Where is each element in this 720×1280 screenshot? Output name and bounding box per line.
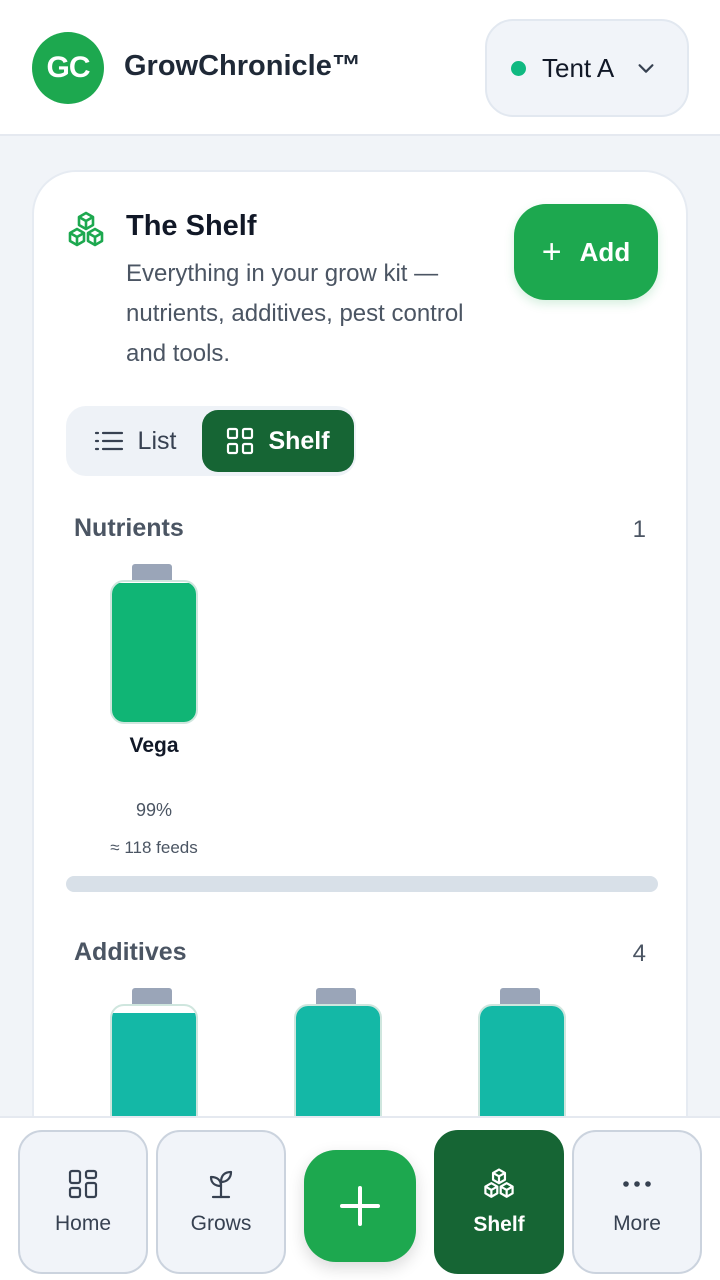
add-button-label: Add xyxy=(579,236,631,267)
jar-fill-level xyxy=(112,583,196,722)
product-feeds-estimate: ≈ 118 feeds xyxy=(110,838,198,857)
jar-body xyxy=(110,580,198,724)
nav-grows[interactable]: Grows xyxy=(156,1130,286,1274)
product-name: Vega xyxy=(129,734,179,757)
nav-more[interactable]: More xyxy=(572,1130,702,1274)
nav-shelf-label: Shelf xyxy=(473,1213,525,1236)
view-toggle: List Shelf xyxy=(66,406,356,476)
section-title-nutrients: Nutrients xyxy=(74,514,184,542)
toggle-shelf-label: Shelf xyxy=(268,426,330,455)
tent-selector[interactable]: Tent A xyxy=(485,19,689,117)
toggle-list-label: List xyxy=(137,426,177,455)
tent-label: Tent A xyxy=(542,52,615,83)
nav-grows-label: Grows xyxy=(190,1212,252,1235)
chevron-down-icon xyxy=(638,64,654,73)
nav-shelf[interactable]: Shelf xyxy=(434,1130,564,1274)
sprout-icon xyxy=(209,1170,233,1199)
shelf-title: The Shelf xyxy=(126,210,257,242)
bottom-nav: Home Grows Shelf More xyxy=(0,1116,720,1280)
nav-quick-add-button[interactable] xyxy=(304,1150,416,1262)
product-fill-percent: 99% xyxy=(135,800,173,820)
shelf-card: The Shelf Everything in your grow kit — … xyxy=(32,170,688,1170)
nav-home-label: Home xyxy=(54,1212,112,1235)
more-dots-icon xyxy=(623,1181,651,1187)
grid-icon xyxy=(227,427,254,455)
home-grid-icon xyxy=(68,1169,98,1199)
toggle-shelf-view[interactable]: Shelf xyxy=(202,410,354,472)
tent-status-dot xyxy=(511,60,526,76)
nav-home[interactable]: Home xyxy=(18,1130,148,1274)
section-title-additives: Additives xyxy=(74,938,187,966)
product-jar-vega[interactable] xyxy=(110,564,198,724)
top-header: GC GrowChronicle™ Tent A xyxy=(0,0,720,136)
logo-text: GC xyxy=(46,51,91,84)
add-item-button[interactable]: + Add xyxy=(514,204,658,300)
plus-icon xyxy=(340,1186,380,1226)
boxes-icon xyxy=(484,1168,514,1198)
boxes-icon xyxy=(68,211,104,247)
app-logo[interactable]: GC xyxy=(32,32,104,104)
plus-icon: + xyxy=(541,233,562,271)
app-root: GC GrowChronicle™ Tent A The Shelf Every… xyxy=(0,0,720,1280)
nav-more-label: More xyxy=(613,1212,661,1235)
section-count-additives: 4 xyxy=(632,940,646,967)
list-icon xyxy=(94,431,123,451)
app-title: GrowChronicle™ xyxy=(124,50,361,82)
shelf-board xyxy=(66,876,658,892)
shelf-description: Everything in your grow kit — nutrients,… xyxy=(126,260,464,367)
section-count-nutrients: 1 xyxy=(632,516,646,543)
toggle-list-view[interactable]: List xyxy=(70,410,200,472)
